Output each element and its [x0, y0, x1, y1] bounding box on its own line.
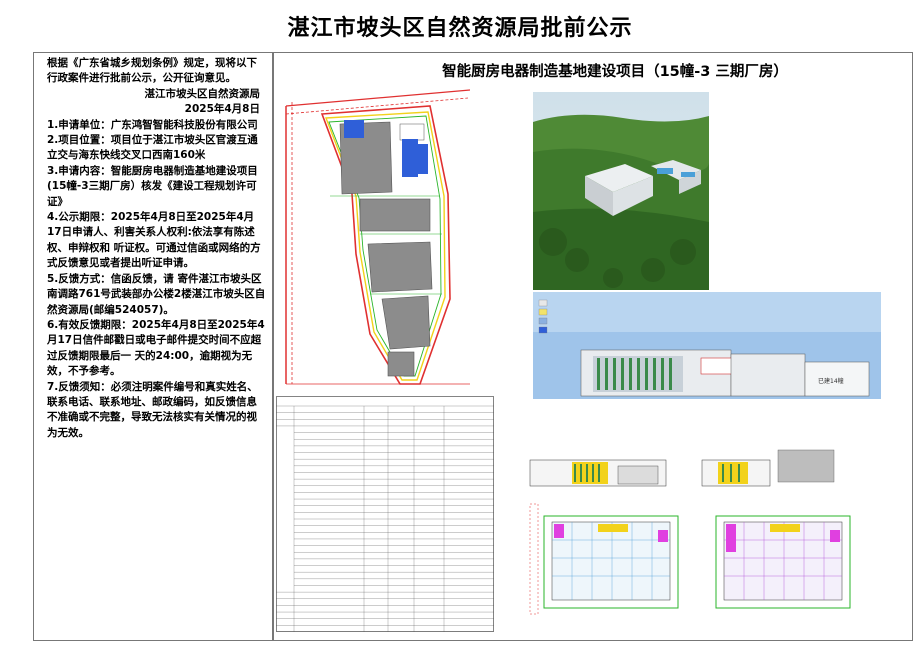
elevation-tag: 已建14幢: [818, 377, 844, 385]
notice-intro: 根据《广东省城乡规划条例》规定，现将以下行政案件进行批前公示，公开征询意见。: [47, 57, 257, 85]
notice-item-5: 5.反馈方式：信函反馈，请 寄件湛江市坡头区南调路761号武装部办公楼2楼湛江市…: [47, 272, 266, 316]
south-elevation-mini: [529, 459, 667, 487]
section-mini: [777, 449, 835, 483]
notice-date: 2025年4月8日: [184, 103, 260, 116]
page-title-bar: 湛江市坡头区自然资源局批前公示: [0, 0, 920, 52]
notice-item-4: 4.公示期限：2025年4月8日至2025年4月17日申请人、利害关系人权利:依…: [47, 211, 261, 270]
notice-text-column: 根据《广东省城乡规划条例》规定，现将以下行政案件进行批前公示，公开征询意见。 湛…: [33, 52, 273, 641]
project-title: 智能厨房电器制造基地建设项目（15幢-3 三期厂房）: [442, 64, 788, 80]
notice-item-1: 1.申请单位：广东鸿智智能科技股份有限公司: [47, 118, 258, 131]
elevation-drawing: 已建14幢: [533, 292, 881, 399]
east-elevation-mini: [701, 459, 771, 487]
notice-issuer: 湛江市坡头区自然资源局: [144, 87, 261, 100]
aerial-rendering: [533, 92, 709, 290]
second-floor-plan: [715, 515, 851, 609]
notice-item-6: 6.有效反馈期限：2025年4月8日至2025年4月17日信件邮戳日或电子邮件提…: [47, 318, 265, 378]
notice-item-3: 3.申请内容：智能厨房电器制造基地建设项目(15幢-3三期厂房）核发《建设工程规…: [47, 164, 258, 208]
technical-indicators-table: [276, 396, 494, 632]
site-buildings: [339, 120, 433, 377]
ground-floor-plan: [529, 503, 679, 615]
notice-item-7: 7.反馈须知：必须注明案件编号和真实姓名、联系电话、联系地址、邮政编码，如反馈信…: [47, 380, 258, 439]
notice-item-2: 2.项目位置：项目位于湛江市坡头区官渡互通立交与海东快线交叉口西南160米: [47, 134, 258, 162]
page-title: 湛江市坡头区自然资源局批前公示: [287, 16, 633, 41]
site-plan-drawing: [285, 89, 470, 385]
table-border: [276, 396, 494, 632]
column-divider: [273, 52, 274, 641]
